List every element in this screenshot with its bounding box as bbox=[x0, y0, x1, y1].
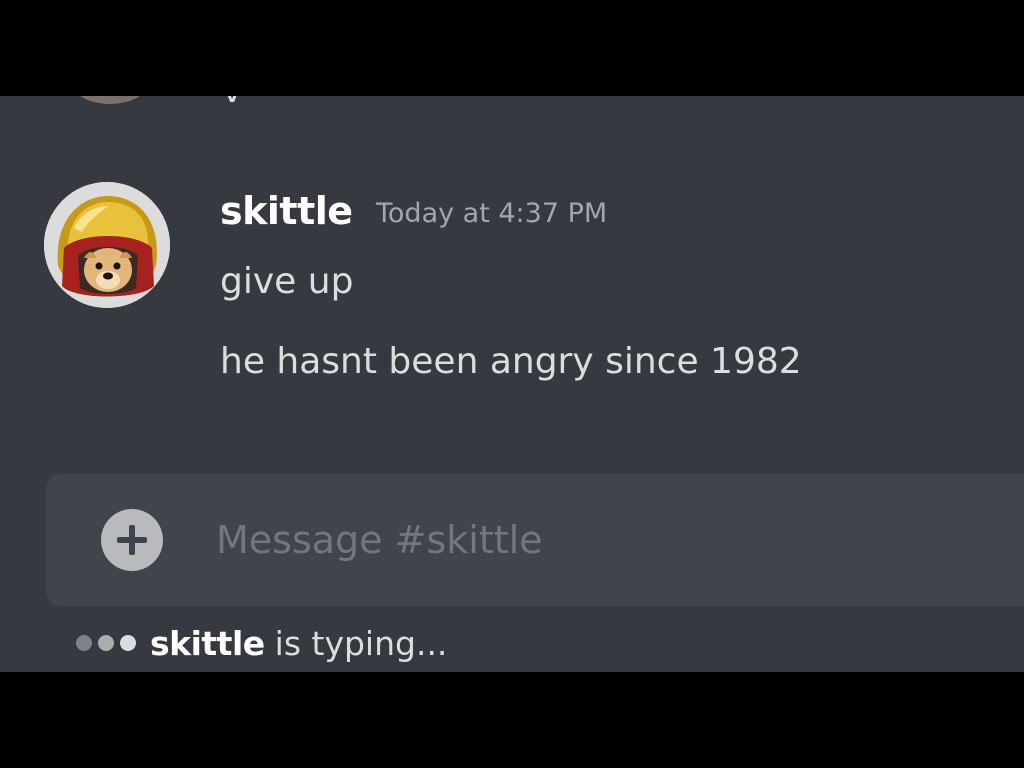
dog-helmet-icon bbox=[44, 182, 170, 308]
previous-message-text: y bbox=[222, 96, 236, 102]
typing-indicator: skittle is typing... bbox=[76, 618, 447, 668]
user-avatar[interactable] bbox=[44, 182, 170, 308]
typing-dots-icon bbox=[76, 635, 136, 651]
message-composer bbox=[46, 474, 1024, 606]
typing-user: skittle bbox=[150, 623, 265, 663]
plus-circle-icon bbox=[117, 525, 147, 555]
previous-message-avatar[interactable] bbox=[70, 96, 150, 104]
attach-button[interactable] bbox=[101, 509, 163, 571]
message-line: he hasnt been angry since 1982 bbox=[220, 341, 802, 382]
message-input[interactable] bbox=[216, 508, 976, 572]
typing-dot bbox=[76, 635, 92, 651]
message-username[interactable]: skittle bbox=[220, 188, 353, 234]
chat-message: skittle Today at 4:37 PM give up he hasn… bbox=[44, 182, 984, 412]
message-line: give up bbox=[220, 261, 354, 302]
typing-dot bbox=[98, 635, 114, 651]
typing-text: is typing... bbox=[274, 623, 448, 663]
message-timestamp: Today at 4:37 PM bbox=[376, 198, 608, 229]
chat-pane: y skittle T bbox=[0, 96, 1024, 672]
typing-dot bbox=[120, 635, 136, 651]
